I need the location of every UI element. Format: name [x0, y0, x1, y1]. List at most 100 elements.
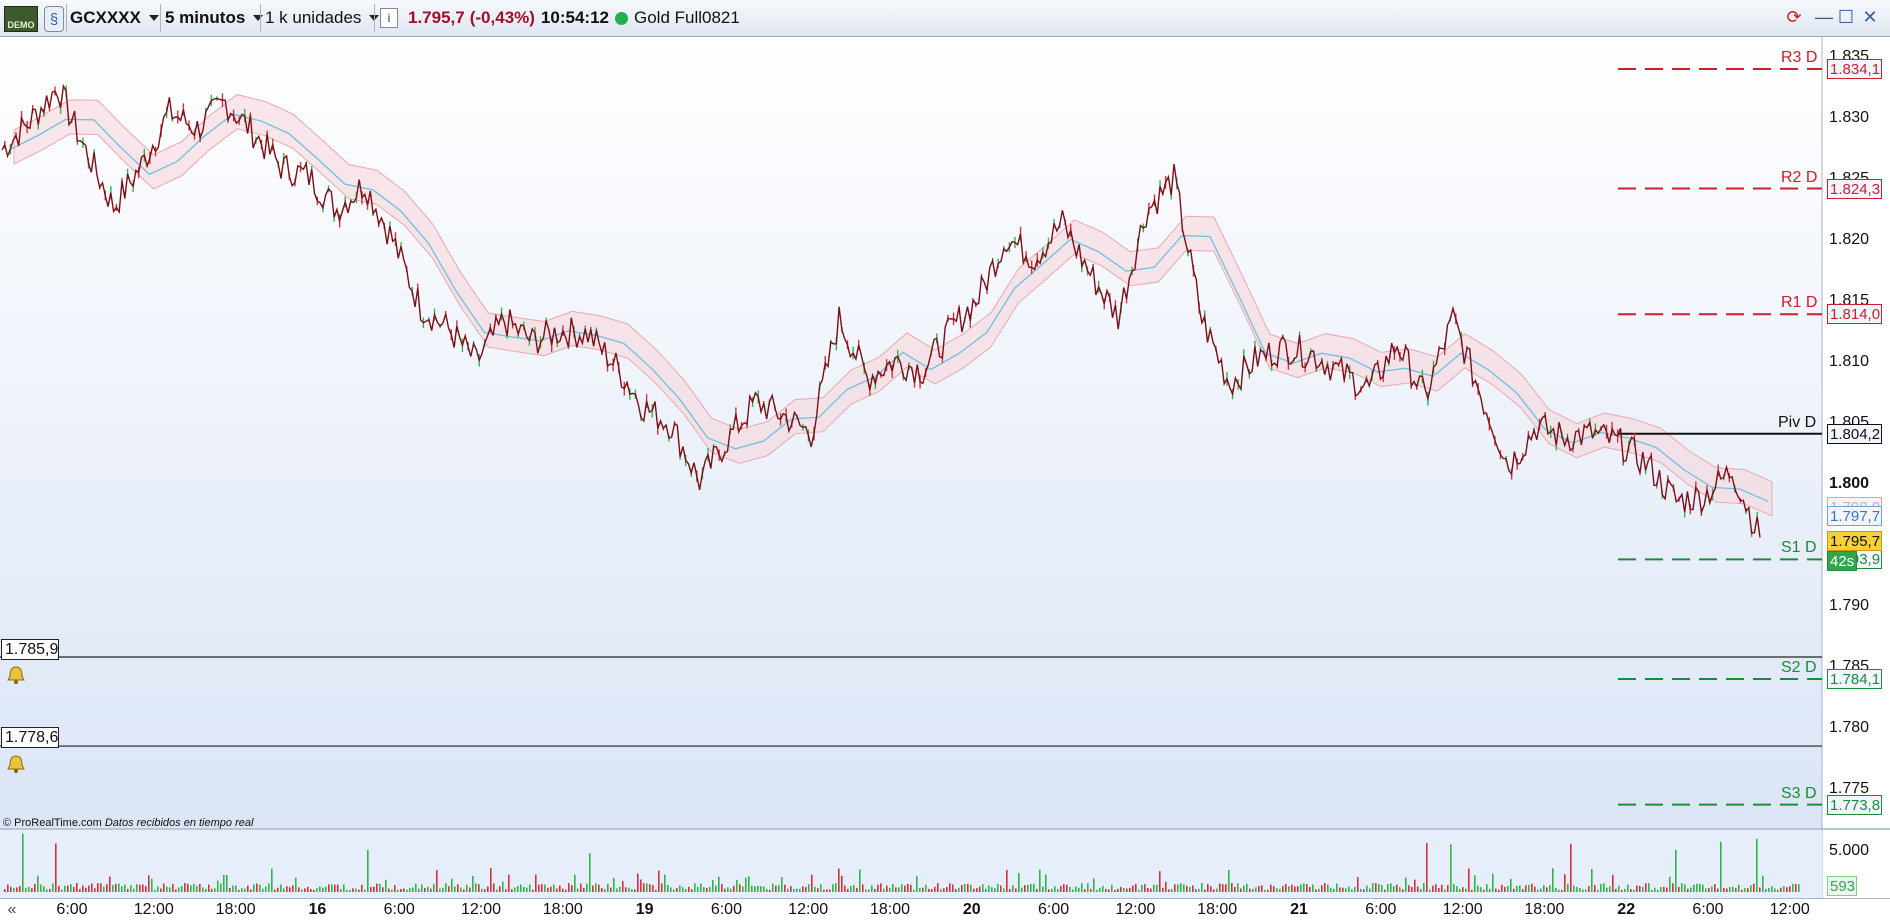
- time-tick-label: 18:00: [869, 901, 911, 918]
- bell-icon[interactable]: [6, 665, 26, 685]
- scroll-back-button[interactable]: «: [2, 900, 22, 920]
- volume-bar: [931, 889, 933, 892]
- price-tick-label: 1.780: [1829, 719, 1870, 736]
- volume-bar: [277, 887, 279, 892]
- volume-bar: [55, 843, 57, 892]
- volume-bar: [1216, 888, 1218, 892]
- volume-bar: [448, 886, 450, 892]
- volume-bar: [1600, 883, 1602, 892]
- pivot-level-value: 1.824,3: [1827, 178, 1882, 199]
- info-icon[interactable]: i: [380, 8, 398, 28]
- volume-bar: [262, 888, 264, 892]
- volume-bar: [1621, 889, 1623, 892]
- volume-bar: [1411, 886, 1413, 892]
- volume-bar: [775, 885, 777, 892]
- timeframe-selector[interactable]: 5 minutos: [165, 4, 264, 32]
- pivot-level-label: R2 D: [1781, 168, 1818, 186]
- volume-bar: [964, 883, 966, 892]
- volume-bar: [460, 887, 462, 892]
- bell-icon[interactable]: [6, 754, 26, 774]
- volume-bar: [205, 888, 207, 892]
- volume-bar: [1246, 883, 1248, 892]
- volume-bar: [1258, 885, 1260, 892]
- maximize-button[interactable]: ☐: [1836, 6, 1856, 28]
- volume-bar: [1102, 885, 1104, 892]
- alert-price-label[interactable]: 1.785,9: [1, 639, 59, 660]
- alert-price-label[interactable]: 1.778,6: [1, 727, 59, 748]
- refresh-icon[interactable]: ⟳: [1784, 6, 1804, 28]
- candle-countdown: 42s: [1827, 551, 1857, 571]
- volume-bar: [532, 889, 534, 892]
- volume-bar: [1213, 889, 1215, 892]
- volume-bar: [214, 888, 216, 892]
- volume-bar: [352, 888, 354, 892]
- volume-bar: [1114, 889, 1116, 892]
- volume-bar: [805, 887, 807, 892]
- volume-bar: [1267, 889, 1269, 892]
- volume-bar: [1705, 888, 1707, 892]
- link-icon[interactable]: §: [44, 6, 64, 32]
- volume-bar: [1357, 877, 1359, 892]
- volume-bar: [268, 883, 270, 892]
- volume-bar: [1363, 889, 1365, 892]
- volume-bar: [142, 884, 144, 892]
- volume-bar: [298, 887, 300, 892]
- volume-bar: [1597, 889, 1599, 892]
- volume-bar: [1303, 883, 1305, 892]
- units-selector[interactable]: 1 k unidades: [265, 4, 380, 32]
- volume-bar: [1300, 884, 1302, 892]
- chart-toolbar: DEMO § GCXXXX 5 minutos 1 k unidades i 1…: [0, 0, 1890, 37]
- volume-bar: [1243, 885, 1245, 892]
- volume-bar: [1387, 884, 1389, 892]
- volume-bar: [1549, 885, 1551, 892]
- price-chart[interactable]: [0, 37, 1890, 898]
- time-tick-label: 12:00: [1442, 901, 1483, 918]
- volume-bar: [1561, 889, 1563, 892]
- volume-bar: [247, 885, 249, 892]
- volume-bar: [1690, 887, 1692, 892]
- volume-bar: [37, 875, 39, 892]
- pivot-level-value: 1.804,2: [1827, 423, 1882, 444]
- volume-bar: [895, 887, 897, 892]
- chevron-down-icon: [148, 15, 159, 21]
- volume-bar: [712, 879, 714, 892]
- volume-bar: [1420, 888, 1422, 892]
- volume-bar: [1471, 889, 1473, 892]
- volume-bar: [178, 887, 180, 892]
- volume-bar: [1432, 885, 1434, 892]
- volume-bar: [1123, 888, 1125, 892]
- time-axis: « 6:00 12:00 18:00 16 6:00 12:00 18:00 19 6:00 12…: [0, 898, 1890, 922]
- volume-bar: [373, 886, 375, 892]
- time-tick-label: 12:00: [133, 901, 174, 918]
- close-button[interactable]: ✕: [1860, 6, 1880, 28]
- volume-bar: [979, 886, 981, 892]
- volume-bar: [565, 889, 567, 892]
- volume-bar: [1720, 841, 1722, 892]
- volume-bar: [1144, 884, 1146, 892]
- volume-bar: [1726, 888, 1728, 892]
- volume-bar: [316, 888, 318, 892]
- volume-bar: [1537, 889, 1539, 892]
- volume-bar: [655, 889, 657, 892]
- volume-bar: [445, 883, 447, 892]
- volume-bar: [1510, 878, 1512, 892]
- price-tick-label: 1.800: [1829, 475, 1870, 492]
- instrument-selector[interactable]: GCXXXX: [70, 4, 159, 32]
- volume-bar: [664, 874, 666, 892]
- volume-bar: [70, 884, 72, 892]
- volume-bar: [661, 883, 663, 892]
- minimize-button[interactable]: —: [1814, 6, 1834, 28]
- volume-bar: [154, 889, 156, 892]
- volume-bar: [31, 888, 33, 892]
- volume-bar: [1456, 886, 1458, 892]
- volume-bar: [1417, 886, 1419, 892]
- volume-bar: [1501, 884, 1503, 892]
- copyright-brand: © ProRealTime.com: [3, 817, 102, 829]
- volume-bar: [700, 883, 702, 892]
- volume-bar: [985, 888, 987, 892]
- volume-bar: [283, 888, 285, 892]
- price-axis-area: [1822, 37, 1890, 898]
- volume-bar: [163, 883, 165, 892]
- volume-bar: [769, 889, 771, 892]
- volume-bar: [568, 883, 570, 892]
